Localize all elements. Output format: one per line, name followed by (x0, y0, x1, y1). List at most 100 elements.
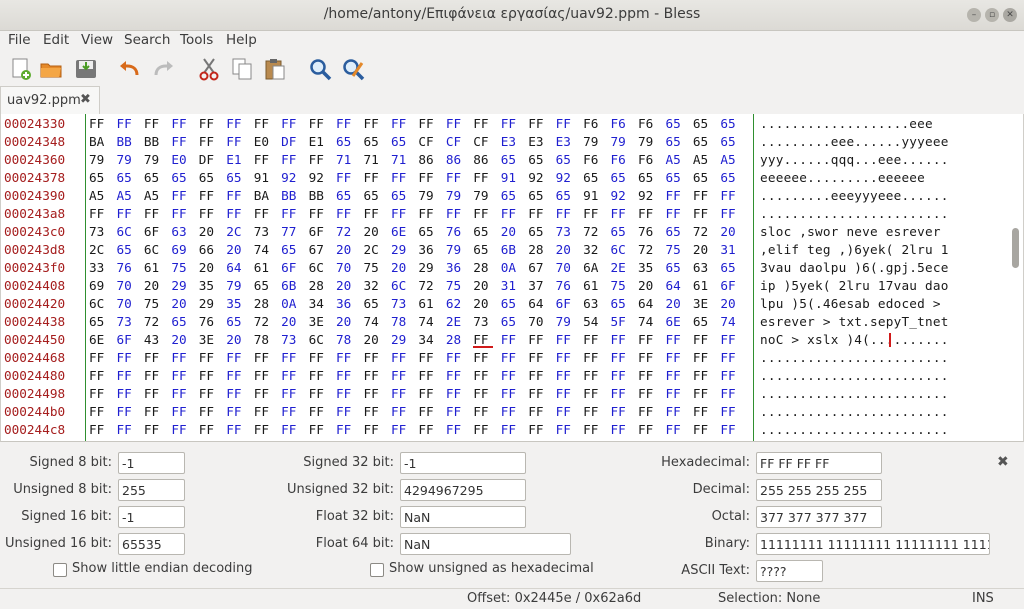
hex-byte[interactable]: 71 (391, 151, 411, 169)
hex-byte[interactable]: FF (556, 421, 576, 439)
hex-byte[interactable]: 36 (446, 259, 466, 277)
hex-byte[interactable]: 65 (171, 313, 191, 331)
hex-byte[interactable]: 92 (611, 187, 631, 205)
hex-byte[interactable]: FF (281, 385, 301, 403)
hex-byte[interactable]: FF (309, 205, 329, 223)
hex-byte[interactable]: FF (665, 367, 685, 385)
hex-byte[interactable]: 65 (720, 169, 740, 187)
hex-byte[interactable]: FF (446, 205, 466, 223)
hex-byte[interactable]: 37 (528, 277, 548, 295)
hex-byte[interactable]: 0A (281, 295, 301, 313)
hex-byte[interactable]: BB (281, 187, 301, 205)
vertical-scrollbar[interactable] (1011, 116, 1021, 438)
hex-byte[interactable]: 74 (720, 313, 740, 331)
hex-byte[interactable]: F6 (638, 151, 658, 169)
hex-byte[interactable]: 20 (144, 277, 164, 295)
hex-byte[interactable]: 20 (665, 295, 685, 313)
hex-byte[interactable]: 75 (144, 295, 164, 313)
hex-byte[interactable]: FF (528, 115, 548, 133)
hex-byte[interactable]: 65 (171, 169, 191, 187)
hex-byte[interactable]: FF (693, 349, 713, 367)
hex-byte[interactable]: 72 (418, 277, 438, 295)
hex-byte[interactable]: 65 (665, 169, 685, 187)
hex-row[interactable]: 6C 70 75 20 29 35 28 0A 34 36 65 73 61 62 20 65 64 6F 63 65… (86, 295, 753, 313)
hex-byte[interactable]: 32 (583, 241, 603, 259)
hex-byte[interactable]: BA (89, 133, 109, 151)
hex-byte[interactable]: FF (254, 403, 274, 421)
hex-byte[interactable]: 79 (583, 133, 603, 151)
hex-byte[interactable]: 65 (473, 223, 493, 241)
hex-byte[interactable]: E3 (501, 133, 521, 151)
hex-byte[interactable]: A5 (144, 187, 164, 205)
hex-byte[interactable]: FF (418, 169, 438, 187)
hex-byte[interactable]: FF (501, 349, 521, 367)
hex-byte[interactable]: 2C (364, 241, 384, 259)
hex-row[interactable]: A5 A5 A5 FF FF FF BA BB BB 65 65 65 79 79 79 65 65 65 91 92… (86, 187, 753, 205)
hex-byte[interactable]: 79 (89, 151, 109, 169)
menu-view[interactable]: View (81, 32, 113, 48)
hex-byte[interactable]: FF (309, 403, 329, 421)
hex-byte[interactable]: FF (309, 367, 329, 385)
hex-byte[interactable]: 65 (364, 295, 384, 313)
hex-byte[interactable]: FF (501, 331, 521, 349)
hex-byte[interactable]: FF (720, 367, 740, 385)
hex-byte[interactable]: FF (144, 403, 164, 421)
hex-byte[interactable]: 20 (473, 277, 493, 295)
hex-byte[interactable]: FF (254, 367, 274, 385)
hex-byte[interactable]: 6C (309, 259, 329, 277)
hex-byte[interactable]: FF (171, 133, 191, 151)
hex-byte[interactable]: 74 (254, 241, 274, 259)
hex-byte[interactable]: 71 (364, 151, 384, 169)
hex-byte[interactable]: 65 (364, 133, 384, 151)
hex-byte[interactable]: FF (583, 385, 603, 403)
hex-byte[interactable]: FF (226, 421, 246, 439)
ascii-row[interactable]: .........eeeyyyeee...... (760, 187, 949, 205)
hex-byte[interactable]: FF (638, 367, 658, 385)
hex-byte[interactable]: 75 (171, 259, 191, 277)
hex-byte[interactable]: 79 (611, 133, 631, 151)
hex-byte[interactable]: 20 (391, 259, 411, 277)
hex-byte[interactable]: 65 (693, 313, 713, 331)
hex-byte[interactable]: 79 (556, 313, 576, 331)
hex-byte[interactable]: 20 (336, 313, 356, 331)
hex-byte[interactable]: 67 (309, 241, 329, 259)
ascii-row[interactable]: ........................ (760, 205, 949, 223)
hex-byte[interactable]: 65 (665, 133, 685, 151)
hex-byte[interactable]: FF (364, 385, 384, 403)
hex-byte[interactable]: 20 (364, 223, 384, 241)
hex-byte[interactable]: 78 (336, 331, 356, 349)
hex-byte[interactable]: 65 (665, 259, 685, 277)
hex-byte[interactable]: FF (226, 349, 246, 367)
hex-byte[interactable]: 63 (693, 259, 713, 277)
hex-byte[interactable]: FF (199, 385, 219, 403)
hex-byte[interactable]: F6 (638, 115, 658, 133)
hex-byte[interactable]: 65 (336, 133, 356, 151)
hex-byte[interactable]: 76 (638, 223, 658, 241)
ascii-row[interactable]: ........................ (760, 367, 949, 385)
hex-byte[interactable]: FF (309, 421, 329, 439)
hex-byte[interactable]: FF (583, 205, 603, 223)
hex-byte[interactable]: FF (116, 115, 136, 133)
hex-byte[interactable]: FF (556, 115, 576, 133)
hex-byte[interactable]: 6C (611, 241, 631, 259)
hex-byte[interactable]: FF (336, 169, 356, 187)
hex-byte[interactable]: 70 (336, 259, 356, 277)
hex-byte[interactable]: 29 (418, 259, 438, 277)
hex-byte[interactable]: 79 (226, 277, 246, 295)
hex-byte[interactable]: FF (665, 403, 685, 421)
hex-byte[interactable]: FF (473, 403, 493, 421)
hex-row[interactable]: 65 65 65 65 65 65 91 92 92 FF FF FF FF FF FF 91 92 92 65 65… (86, 169, 753, 187)
hex-byte[interactable]: 92 (309, 169, 329, 187)
hex-row[interactable]: FF FF FF FF FF FF FF FF FF FF FF FF FF FF FF FF FF FF FF FF… (86, 205, 753, 223)
hex-byte[interactable]: 65 (583, 169, 603, 187)
hex-byte[interactable]: FF (364, 205, 384, 223)
hex-byte[interactable]: 6F (720, 277, 740, 295)
hex-byte[interactable]: FF (501, 115, 521, 133)
hex-byte[interactable]: 20 (638, 277, 658, 295)
hex-byte[interactable]: 72 (693, 223, 713, 241)
hex-byte[interactable]: 70 (116, 277, 136, 295)
hex-byte[interactable]: 92 (281, 169, 301, 187)
ascii-row[interactable]: eeeeee.........eeeeee (760, 169, 925, 187)
hex-byte[interactable]: 73 (89, 223, 109, 241)
hex-row[interactable]: 2C 65 6C 69 66 20 74 65 67 20 2C 29 36 79 65 6B 28 20 32 6C… (86, 241, 753, 259)
